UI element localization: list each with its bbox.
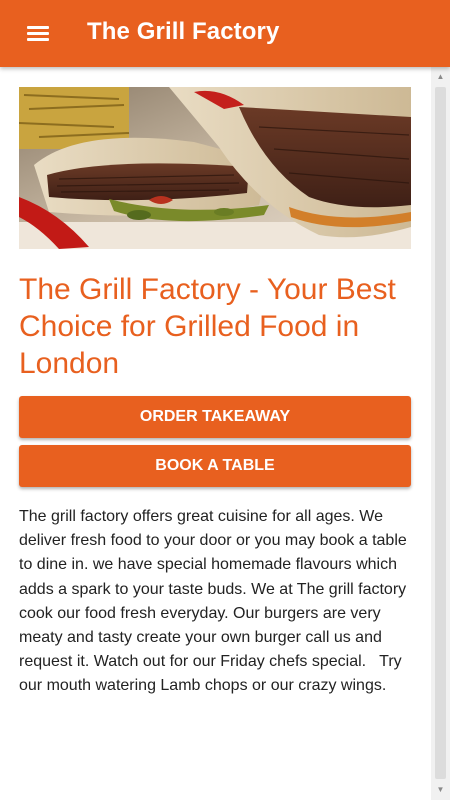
- app-title: The Grill Factory: [87, 18, 280, 45]
- app-bar: The Grill Factory: [0, 0, 450, 67]
- hero-food-image: [19, 87, 411, 249]
- restaurant-description: The grill factory offers great cuisine f…: [19, 508, 412, 695]
- hamburger-menu-icon[interactable]: [23, 21, 53, 47]
- scroll-up-arrow-icon[interactable]: ▲: [431, 70, 450, 84]
- scroll-down-arrow-icon[interactable]: ▼: [431, 783, 450, 797]
- page-headline: The Grill Factory - Your Best Choice for…: [19, 273, 396, 380]
- vertical-scrollbar[interactable]: ▲ ▼: [431, 67, 450, 800]
- book-table-button[interactable]: BOOK A TABLE: [19, 445, 411, 487]
- main-content: The Grill Factory - Your Best Choice for…: [0, 67, 431, 800]
- order-takeaway-button[interactable]: ORDER TAKEAWAY: [19, 396, 411, 438]
- scrollbar-thumb[interactable]: [435, 87, 446, 779]
